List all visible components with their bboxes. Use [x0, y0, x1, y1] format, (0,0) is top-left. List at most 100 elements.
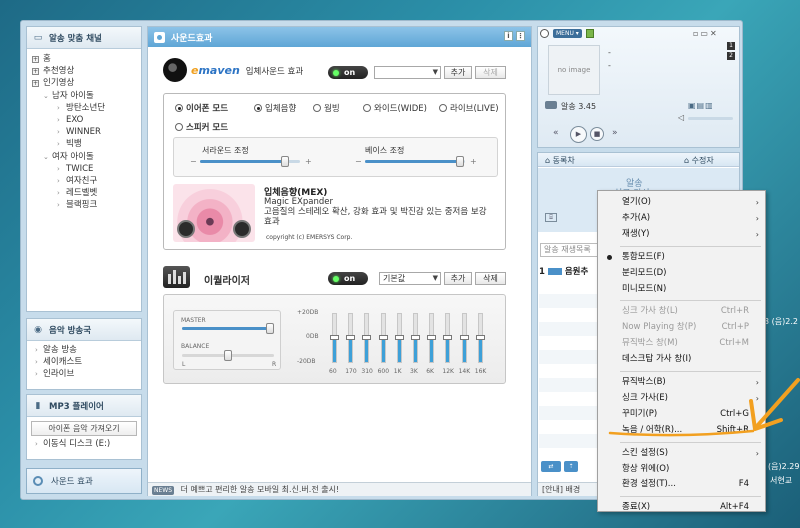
sidebar-item-3[interactable]: ⌄ 남자 아이돌	[27, 90, 141, 102]
chevron-right-icon: ›	[57, 128, 60, 137]
mex-desc-sub: Magic EXpander	[264, 197, 333, 207]
surround-slider[interactable]	[281, 156, 289, 167]
sidebar-item-4[interactable]: › 방탄소년단	[27, 102, 141, 114]
sidebar-item-sound-effect[interactable]: 사운드 효과	[26, 468, 142, 494]
menu-item-22[interactable]: 종료(X) Alt+F4	[598, 500, 765, 515]
mode-earphone-radio[interactable]: 이어폰 모드	[175, 102, 228, 114]
eq-band-fill	[462, 338, 466, 362]
eq-band-slider-310[interactable]	[362, 335, 372, 340]
iphone-import-button[interactable]: 아이폰 음악 가져오기	[31, 421, 137, 436]
sidebar-item-0[interactable]: + 홈	[27, 53, 141, 65]
sidebar-item-2[interactable]: + 인기영상	[27, 77, 141, 89]
menu-item-0[interactable]: 열기(O) ›	[598, 195, 765, 210]
eq-band-slider-600[interactable]	[378, 335, 388, 340]
mp3-title: MP3 플레이어	[49, 401, 104, 412]
radio-item-2[interactable]: › 인라이브	[27, 368, 141, 380]
eq-band-slider-16K[interactable]	[475, 335, 485, 340]
stop-icon[interactable]: ■	[590, 127, 604, 141]
sidebar-item-8[interactable]: ⌄ 여자 아이돌	[27, 151, 141, 163]
prev-icon[interactable]: «	[553, 128, 559, 138]
radio-panel-header: ◉ 음악 방송국	[27, 319, 141, 341]
sidebar-item-11[interactable]: › 레드벨벳	[27, 187, 141, 199]
menu-item-20[interactable]: 환경 설정(T)... F4	[598, 477, 765, 492]
menu-button[interactable]: MENU ▾	[553, 29, 582, 38]
upload-icon[interactable]: ⇡	[564, 461, 578, 472]
sidebar-item-12[interactable]: › 블랙핑크	[27, 199, 141, 211]
right-speaker-icon	[233, 220, 251, 238]
view-mode-icons[interactable]: ▣▤▥	[688, 101, 714, 110]
mp3-item-0[interactable]: › 이동식 디스크 (E:)	[27, 438, 141, 450]
menu-item-label: 스킨 설정(S)	[622, 447, 669, 458]
channel-panel-header: ▭ 알송 맞춤 채널	[27, 27, 141, 49]
menu-item-18[interactable]: 스킨 설정(S) ›	[598, 446, 765, 461]
sidebar-item-9[interactable]: › TWICE	[27, 163, 141, 175]
sound-effect-header-icon	[154, 31, 165, 43]
sidebar-item-10[interactable]: › 여자친구	[27, 175, 141, 187]
eq-band-slider-60[interactable]	[330, 335, 339, 340]
news-bar[interactable]: NEWS 더 예쁘고 편리한 알송 모바일 최.신.버.전 출시!	[148, 482, 531, 496]
skin-icon[interactable]	[586, 29, 594, 38]
sidebar-item-6[interactable]: › WINNER	[27, 126, 141, 138]
balance-slider[interactable]	[224, 350, 232, 361]
sidebar-item-label: 방탄소년단	[66, 102, 106, 113]
eq-band-slider-14K[interactable]	[459, 335, 469, 340]
sidebar-item-5[interactable]: › EXO	[27, 114, 141, 126]
eq-band-label: 12K	[442, 368, 454, 375]
add-to-playlist-icon[interactable]: ⇄	[541, 461, 561, 472]
chevron-right-icon: ›	[57, 164, 60, 173]
eq-preset-select[interactable]: 기본값 ▼	[379, 272, 441, 285]
menu-item-19[interactable]: 항상 위에(O)	[598, 462, 765, 477]
menu-item-1[interactable]: 추가(A) ›	[598, 211, 765, 226]
side-1-badge[interactable]: 1	[727, 42, 735, 50]
eq-band-slider-6K[interactable]	[427, 335, 437, 340]
tab-registrar[interactable]: ⌂ 동록차	[545, 155, 575, 166]
option-warm-radio[interactable]: 웜빙	[313, 102, 340, 114]
mex-preset-select[interactable]: ▼	[374, 66, 441, 79]
sidebar-item-1[interactable]: + 추천영상	[27, 65, 141, 77]
db-top-label: +20DB	[297, 309, 319, 316]
info-button[interactable]: i	[504, 31, 513, 41]
menu-item-5[interactable]: 분리모드(D)	[598, 266, 765, 281]
eq-band-slider-3K[interactable]	[411, 335, 420, 340]
menu-item-11[interactable]: 데스크탑 가사 창(I)	[598, 352, 765, 367]
eq-band-fill	[478, 338, 482, 362]
bass-label: 베이스 조정	[365, 146, 405, 155]
news-text: 더 예쁘고 편리한 알송 모바일 최.신.버.전 출시!	[180, 485, 340, 494]
option-live-radio[interactable]: 라이브(LIVE)	[439, 102, 499, 114]
eq-add-button[interactable]: 추가	[444, 272, 472, 285]
menu-item-4[interactable]: 통합모드(F)	[598, 250, 765, 265]
mode-speaker-radio[interactable]: 스피커 모드	[175, 121, 228, 133]
lyrics-settings-icon[interactable]: ⌸	[545, 213, 557, 222]
eq-toggle[interactable]: on	[328, 272, 368, 285]
surround-fill	[200, 160, 285, 163]
broadcast-icon: ◉	[34, 324, 42, 335]
mex-toggle[interactable]: on	[328, 66, 368, 79]
eq-band-slider-1K[interactable]	[394, 335, 404, 340]
eq-delete-button[interactable]: 삭제	[475, 272, 506, 285]
option-wide-radio[interactable]: 와이드(WIDE)	[363, 102, 427, 114]
next-icon[interactable]: »	[612, 128, 618, 138]
side-2-badge[interactable]: 2	[727, 52, 735, 60]
menu-item-6[interactable]: 미니모드(N)	[598, 282, 765, 297]
play-icon[interactable]: ▶	[570, 126, 587, 143]
mex-delete-button[interactable]: 삭제	[475, 66, 506, 79]
tab-editor[interactable]: ⌂ 수정자	[684, 155, 714, 166]
menu-item-label: 미니모드(N)	[622, 283, 667, 294]
option-3d-radio[interactable]: 입체음향	[254, 102, 296, 114]
eq-band-label: 14K	[458, 368, 471, 375]
sidebar-item-7[interactable]: › 빅뱅	[27, 138, 141, 150]
playlist-row-1[interactable]: 1 음원추	[539, 265, 588, 277]
eq-band-slider-170[interactable]	[346, 335, 356, 340]
radio-item-1[interactable]: › 세이캐스트	[27, 356, 141, 368]
channel-tree: + 홈 + 추천영상 + 인기영상 ⌄ 남자 아이돌 › 방탄소년단 › EXO › WINNER › 빅뱅 ⌄…	[27, 49, 141, 211]
window-controls[interactable]: ▫▭✕	[693, 29, 719, 38]
mex-add-button[interactable]: 추가	[444, 66, 472, 79]
playlist-search-input[interactable]: 알송 재생목록	[540, 243, 600, 257]
master-slider[interactable]	[266, 323, 274, 334]
options-button[interactable]: ⋮	[516, 31, 525, 41]
menu-item-2[interactable]: 재생(Y) ›	[598, 227, 765, 242]
bass-slider[interactable]	[456, 156, 464, 167]
eq-band-slider-12K[interactable]	[443, 335, 453, 340]
notice-bar[interactable]: [안내] 배경	[538, 482, 598, 496]
radio-item-0[interactable]: › 알송 방송	[27, 344, 141, 356]
